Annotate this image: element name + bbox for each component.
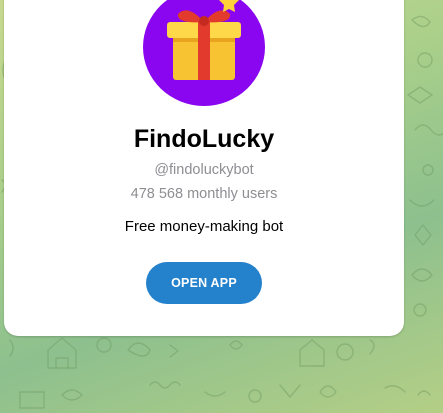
gift-box-icon [167, 0, 241, 80]
bot-username: @findoluckybot [154, 162, 254, 178]
bot-avatar [143, 0, 265, 106]
monthly-users-count: 478 568 monthly users [130, 186, 278, 202]
bot-description: Free money-making bot [124, 218, 284, 235]
open-app-button[interactable]: OPEN APP [146, 262, 262, 304]
bot-name: FindoLucky [133, 125, 275, 153]
